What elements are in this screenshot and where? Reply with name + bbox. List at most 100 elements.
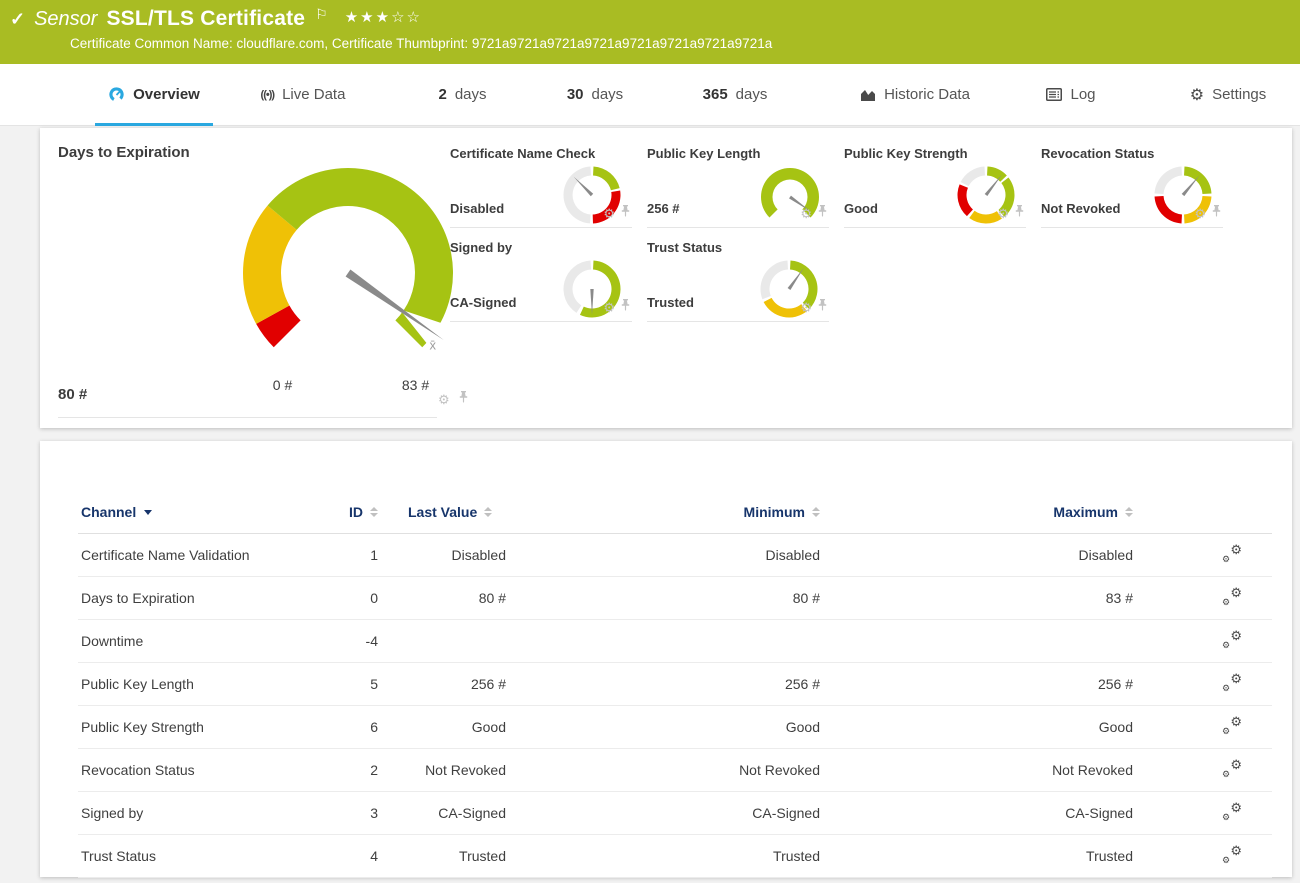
mini-gauge-revocation-status[interactable]: Revocation Status Not Revoked ⚙ [1041,140,1223,228]
tab-label: days [736,86,768,103]
channel-settings-icon[interactable]: ⚙⚙ [1222,718,1242,735]
sort-icon [812,507,820,517]
gear-icon[interactable]: ⚙ [800,301,812,314]
mini-gauge-value: CA-Signed [450,295,516,310]
column-label: Last Value [408,504,477,520]
channel-name[interactable]: Public Key Strength [78,719,338,735]
channel-settings-icon[interactable]: ⚙⚙ [1222,847,1242,864]
mini-gauge-title: Signed by [450,240,512,255]
tab-number: 30 [567,86,584,103]
pin-icon[interactable] [818,204,827,222]
column-label: ID [349,504,363,520]
channel-settings-icon[interactable]: ⚙⚙ [1222,675,1242,692]
divider [58,417,437,418]
column-header-last-value[interactable]: Last Value [378,504,506,520]
mini-gauge-trust-status[interactable]: Trust StatusTrusted⚙ [647,234,829,322]
mini-gauge-value: 256 # [647,201,680,216]
pin-icon[interactable] [818,298,827,316]
mini-gauge-signed-by[interactable]: Signed by CA-Signed ⚙ [450,234,632,322]
main-gauge-title: Days to Expiration [58,144,190,161]
sort-desc-icon [144,510,152,515]
channel-last-value: Good [378,719,506,735]
tab-bar: Overview ((•))Live Data 2days 30days 365 days… [0,64,1300,126]
tab-log[interactable]: Log [1037,64,1105,125]
tab-number: 365 [703,86,728,103]
channel-actions: ⚙⚙ [1133,589,1272,606]
gear-icon: ⚙ [1190,85,1204,105]
mean-marker: x̄ [429,337,436,352]
channel-last-value: 256 # [378,676,506,692]
tab-historic-data[interactable]: Historic Data [845,64,985,125]
pin-icon[interactable] [621,204,630,222]
table-row: Signed by3CA-SignedCA-SignedCA-Signed⚙⚙ [78,791,1272,835]
flag-icon[interactable]: ⚐ [315,6,328,23]
mini-gauge-title: Revocation Status [1041,146,1154,161]
channel-actions: ⚙⚙ [1133,675,1272,692]
channel-minimum: Trusted [506,848,820,864]
channel-settings-icon[interactable]: ⚙⚙ [1222,546,1242,563]
channel-maximum: Trusted [820,848,1133,864]
sensor-title-row: ✓ Sensor SSL/TLS Certificate ⚐ ★★★☆☆ [10,4,422,34]
mini-gauge-value: Not Revoked [1041,201,1120,216]
tab-label: Overview [133,86,200,103]
mini-gauge-actions: ⚙ [800,204,827,222]
channel-id: 3 [338,805,378,821]
gear-icon[interactable]: ⚙ [603,207,615,220]
gear-icon[interactable]: ⚙ [603,301,615,314]
channel-name[interactable]: Public Key Length [78,676,338,692]
tab-2-days[interactable]: 2days [430,64,495,125]
channel-settings-icon[interactable]: ⚙⚙ [1222,632,1242,649]
channel-minimum: 256 # [506,676,820,692]
channel-actions: ⚙⚙ [1133,804,1272,821]
channel-last-value: CA-Signed [378,805,506,821]
channel-maximum: Not Revoked [820,762,1133,778]
channel-name[interactable]: Trust Status [78,848,338,864]
pin-icon[interactable] [621,298,630,316]
mini-gauge-title: Public Key Length [647,146,760,161]
channel-id: 0 [338,590,378,606]
channel-settings-icon[interactable]: ⚙⚙ [1222,761,1242,778]
gear-icon[interactable]: ⚙ [438,393,450,406]
table-row: Certificate Name Validation1DisabledDisa… [78,533,1272,577]
tab-settings[interactable]: ⚙Settings [1178,64,1278,125]
sort-icon [1125,507,1133,517]
column-header-channel[interactable]: Channel [78,504,338,520]
tab-365-days[interactable]: 365 days [691,64,779,125]
pin-icon[interactable] [1015,204,1024,222]
gauge-max-label: 83 # [388,377,443,393]
channel-last-value: Disabled [378,547,506,563]
column-header-maximum[interactable]: Maximum [820,504,1133,520]
table-header-row: Channel ID Last Value MinimumMaximum [78,491,1272,534]
channel-maximum: Good [820,719,1133,735]
channel-name[interactable]: Days to Expiration [78,590,338,606]
channel-id: 6 [338,719,378,735]
tab-30-days[interactable]: 30days [558,64,632,125]
sensor-type-label: Sensor [34,8,97,31]
channel-id: 2 [338,762,378,778]
gear-icon[interactable]: ⚙ [997,207,1009,220]
channel-name[interactable]: Signed by [78,805,338,821]
channel-name[interactable]: Downtime [78,633,338,649]
mini-gauge-actions: ⚙ [603,298,630,316]
channel-settings-icon[interactable]: ⚙⚙ [1222,804,1242,821]
column-header-id[interactable]: ID [338,504,378,520]
gauge-last-value: 80 # [58,386,87,403]
gear-icon[interactable]: ⚙ [800,207,812,220]
channel-settings-icon[interactable]: ⚙⚙ [1222,589,1242,606]
channel-actions: ⚙⚙ [1133,847,1272,864]
mini-gauge-actions: ⚙ [997,204,1024,222]
priority-stars[interactable]: ★★★☆☆ [345,8,422,26]
mini-gauge-public-key-strength[interactable]: Public Key StrengthGood⚙ [844,140,1026,228]
gear-icon[interactable]: ⚙ [1194,207,1206,220]
channel-name[interactable]: Revocation Status [78,762,338,778]
channel-name[interactable]: Certificate Name Validation [78,547,338,563]
column-header-minimum[interactable]: Minimum [506,504,820,520]
pin-icon[interactable] [1212,204,1221,222]
tab-live-data[interactable]: ((•))Live Data [248,64,358,125]
mini-gauge-public-key-length[interactable]: Public Key Length 256 # ⚙ [647,140,829,228]
tab-overview[interactable]: Overview [95,64,213,125]
pin-icon[interactable] [459,390,468,408]
table-row: Public Key Length5256 #256 #256 #⚙⚙ [78,662,1272,706]
mini-gauge-certificate-name-check[interactable]: Certificate Name CheckDisabled⚙ [450,140,632,228]
mini-gauge-title: Trust Status [647,240,722,255]
